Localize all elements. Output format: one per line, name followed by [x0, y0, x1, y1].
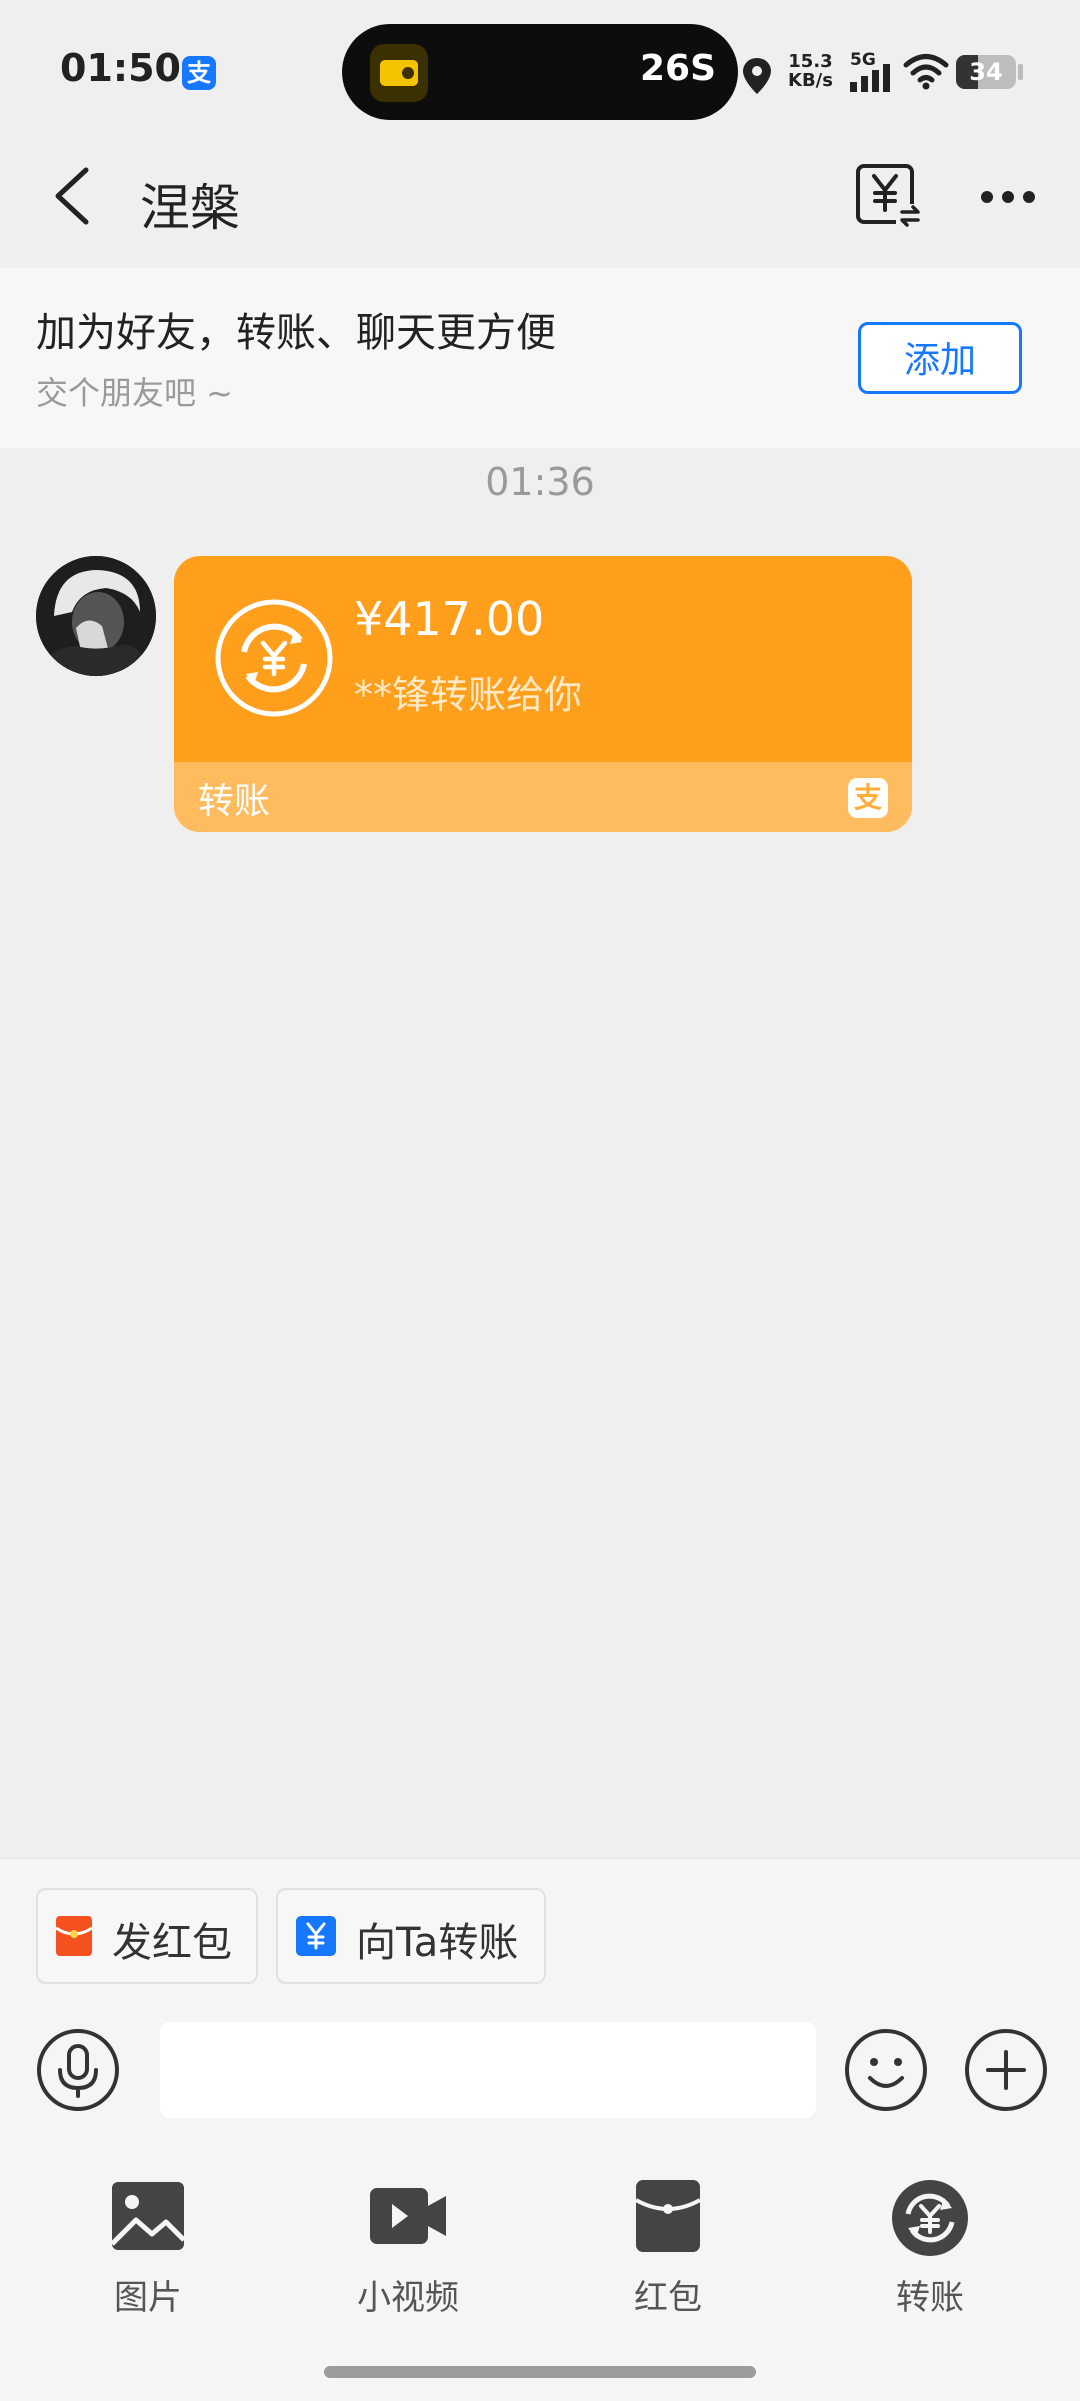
- short-video-icon[interactable]: [368, 2178, 448, 2254]
- short-video-tool-label: 小视频: [357, 2278, 459, 2318]
- battery-level: 34: [969, 58, 1003, 86]
- more-options-icon[interactable]: [980, 190, 1036, 204]
- transfer-yuan-icon: [215, 599, 333, 717]
- battery-tip: [1018, 64, 1023, 80]
- transfer-to-ta-label: 向Ta转账: [356, 1920, 519, 1966]
- net-speed-unit: KB/s: [788, 70, 833, 91]
- send-red-packet-label: 发红包: [112, 1920, 232, 1966]
- transfer-tool-label: 转账: [896, 2278, 964, 2318]
- signal-icon: [850, 64, 890, 92]
- message-timestamp: 01:36: [485, 460, 595, 504]
- back-arrow-icon[interactable]: [44, 160, 104, 232]
- location-icon: [743, 58, 771, 94]
- voice-input-icon[interactable]: [36, 2028, 120, 2112]
- add-friend-button[interactable]: 添加: [858, 322, 1022, 394]
- plus-icon[interactable]: [964, 2028, 1048, 2112]
- island-timer: 26S: [640, 48, 717, 89]
- banner-title: 加为好友，转账、聊天更方便: [36, 310, 556, 356]
- status-time: 01:50: [60, 46, 181, 90]
- alipay-logo-icon: 支: [848, 778, 888, 818]
- card-footer: [174, 762, 912, 832]
- red-packet-tool-label: 红包: [634, 2278, 702, 2318]
- card-type-label: 转账: [198, 781, 271, 822]
- page-title: 涅槃: [140, 179, 240, 237]
- avatar[interactable]: [36, 556, 156, 676]
- net-speed-value: 15.3: [788, 51, 833, 72]
- transfer-amount: ¥417.00: [354, 592, 545, 646]
- banner-subtitle: 交个朋友吧 ~: [36, 374, 233, 412]
- wifi-icon: [903, 54, 949, 90]
- transfer-record-icon[interactable]: [852, 160, 924, 232]
- alipay-notification-icon: 支: [182, 56, 216, 90]
- net-speed: 15.3 KB/s: [788, 52, 833, 90]
- transfer-icon[interactable]: [890, 2178, 970, 2258]
- image-icon[interactable]: [110, 2178, 186, 2254]
- red-packet-icon[interactable]: [634, 2178, 702, 2254]
- transfer-chip-icon: [296, 1916, 336, 1956]
- transfer-description: **锋转账给你: [354, 673, 583, 717]
- image-tool-label: 图片: [114, 2278, 182, 2318]
- home-indicator[interactable]: [324, 2366, 756, 2378]
- message-input[interactable]: [160, 2022, 816, 2118]
- island-app-icon: [370, 44, 428, 102]
- emoji-icon[interactable]: [844, 2028, 928, 2112]
- battery-icon: 34: [956, 55, 1016, 89]
- red-packet-chip-icon: [55, 1916, 93, 1956]
